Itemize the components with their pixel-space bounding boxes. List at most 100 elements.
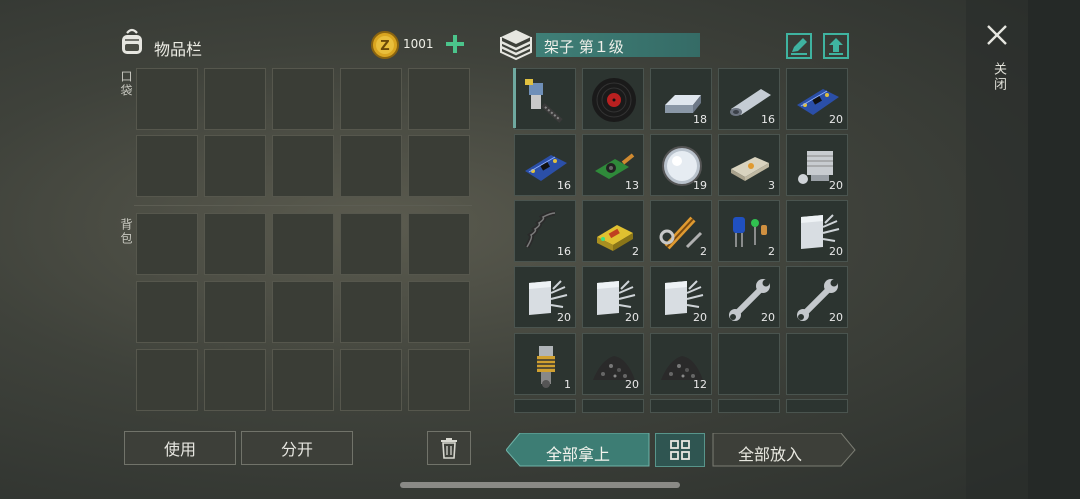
container-slot[interactable]: 20 [514,266,576,328]
container-slot[interactable] [650,399,712,413]
pocket-slot[interactable] [340,135,402,197]
container-slot[interactable]: 3 [718,134,780,196]
container-slot[interactable]: 13 [582,134,644,196]
pocket-slot[interactable] [340,68,402,130]
backpack-slot[interactable] [136,213,198,275]
pocket-label: 口袋 [119,70,133,98]
close-label: 关闭 [991,62,1006,92]
backpack-slot[interactable] [204,349,266,411]
grid-icon [670,440,690,460]
item-count: 20 [557,311,571,324]
add-currency-button[interactable] [444,33,466,55]
container-slot[interactable]: 20 [786,200,848,262]
backpack-slot[interactable] [340,213,402,275]
pocket-slot[interactable] [204,135,266,197]
backpack-slot[interactable] [408,349,470,411]
scroll-indicator[interactable] [513,68,516,128]
item-count: 16 [557,179,571,192]
item-count: 16 [761,113,775,126]
sort-button[interactable] [655,433,705,467]
backpack-slot[interactable] [272,213,334,275]
backpack-slot[interactable] [272,349,334,411]
item-count: 20 [693,311,707,324]
take-all-button[interactable]: 全部拿上 [506,433,650,467]
container-slot[interactable] [582,399,644,413]
container-title: 架子 第１级 [544,38,624,56]
item-count: 12 [693,378,707,391]
backpack-icon [116,26,148,58]
trash-icon [441,438,457,459]
container-slot[interactable] [514,399,576,413]
container-slot[interactable]: 20 [718,266,780,328]
item-count: 16 [557,245,571,258]
rename-button[interactable] [786,33,812,59]
container-slot[interactable] [786,333,848,395]
shelf-icon [497,27,535,61]
upload-icon [829,38,843,55]
container-slot[interactable]: 20 [582,333,644,395]
pocket-slot[interactable] [136,68,198,130]
item-count: 20 [829,179,843,192]
container-title-bar: 架子 第１级 [536,33,700,57]
backpack-slot[interactable] [136,349,198,411]
item-count: 18 [693,113,707,126]
take-all-label: 全部拿上 [546,445,611,464]
container-slot[interactable] [718,399,780,413]
pocket-slot[interactable] [272,68,334,130]
item-count: 20 [625,378,639,391]
container-slot[interactable]: 16 [514,134,576,196]
backpack-slot[interactable] [204,281,266,343]
container-slot[interactable] [514,68,576,130]
backpack-slot[interactable] [340,349,402,411]
container-slot[interactable] [718,333,780,395]
close-icon [987,25,1007,45]
backpack-slot[interactable] [136,281,198,343]
container-slot[interactable] [582,68,644,130]
coin-icon: Z [370,30,400,60]
container-slot[interactable]: 20 [786,266,848,328]
item-count: 2 [700,245,707,258]
container-slot[interactable]: 2 [650,200,712,262]
item-count: 20 [829,245,843,258]
container-slot[interactable] [786,399,848,413]
container-slot[interactable]: 12 [650,333,712,395]
container-slot[interactable]: 20 [786,134,848,196]
container-slot[interactable]: 20 [582,266,644,328]
use-button[interactable]: 使用 [124,431,236,465]
trash-button[interactable] [427,431,471,465]
container-slot[interactable]: 20 [786,68,848,130]
split-button[interactable]: 分开 [241,431,353,465]
inventory-divider [134,205,472,206]
screen-edge [1028,0,1080,499]
pocket-slot[interactable] [204,68,266,130]
pocket-slot[interactable] [408,135,470,197]
backpack-slot[interactable] [408,281,470,343]
container-slot[interactable]: 2 [718,200,780,262]
drill-icon [525,79,563,123]
backpack-slot[interactable] [340,281,402,343]
item-count: 20 [829,113,843,126]
container-slot[interactable]: 20 [650,266,712,328]
inventory-title: 物品栏 [154,40,203,59]
currency-amount: 1001 [403,37,434,51]
backpack-slot[interactable] [408,213,470,275]
backpack-label: 背包 [119,218,133,246]
item-count: 20 [761,311,775,324]
backpack-slot[interactable] [204,213,266,275]
container-slot[interactable]: 16 [718,68,780,130]
container-slot[interactable]: 18 [650,68,712,130]
item-count: 20 [625,311,639,324]
put-all-button[interactable]: 全部放入 [712,433,856,467]
upload-button[interactable] [823,33,849,59]
home-indicator [400,482,680,488]
container-slot[interactable]: 1 [514,333,576,395]
backpack-slot[interactable] [272,281,334,343]
pocket-slot[interactable] [408,68,470,130]
container-slot[interactable]: 19 [650,134,712,196]
container-slot[interactable]: 2 [582,200,644,262]
close-button[interactable]: 关闭 [984,22,1012,102]
pocket-slot[interactable] [272,135,334,197]
pocket-slot[interactable] [136,135,198,197]
container-slot[interactable]: 16 [514,200,576,262]
item-count: 19 [693,179,707,192]
